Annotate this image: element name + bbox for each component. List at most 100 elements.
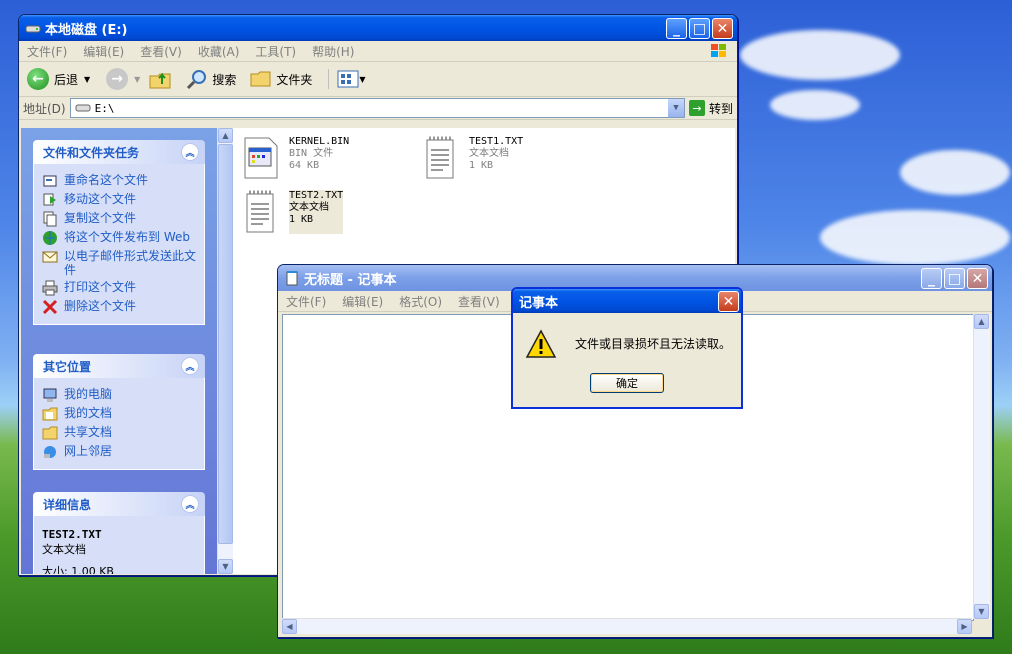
scroll-thumb[interactable] bbox=[218, 144, 233, 544]
menu-format[interactable]: 格式(O) bbox=[391, 293, 450, 310]
search-button[interactable]: 搜索 bbox=[186, 68, 236, 90]
task-delete-label: 删除这个文件 bbox=[64, 299, 137, 313]
address-value: E:\ bbox=[94, 101, 115, 115]
place-network[interactable]: 网上邻居 bbox=[42, 444, 196, 460]
task-pane-scrollbar[interactable]: ▲ ▼ bbox=[217, 128, 234, 574]
menu-favorites[interactable]: 收藏(A) bbox=[190, 43, 248, 60]
scroll-right-button[interactable]: ▶ bbox=[957, 619, 972, 634]
folders-button[interactable]: 文件夹 bbox=[250, 69, 312, 89]
file-test2-txt[interactable]: TEST2.TXT 文本文档 1 KB bbox=[241, 190, 344, 234]
task-email-label: 以电子邮件形式发送此文件 bbox=[64, 249, 197, 277]
menu-file[interactable]: 文件(F) bbox=[278, 293, 334, 310]
menu-file[interactable]: 文件(F) bbox=[19, 43, 75, 60]
address-input[interactable]: E:\ ▼ bbox=[69, 98, 685, 118]
task-rename-label: 重命名这个文件 bbox=[64, 173, 149, 187]
back-dropdown-icon[interactable]: ▼ bbox=[84, 75, 90, 84]
explorer-titlebar[interactable]: 本地磁盘 (E:) _ □ ✕ bbox=[19, 15, 737, 41]
scroll-down-button[interactable]: ▼ bbox=[218, 559, 233, 574]
error-dialog: 记事本 ✕ 文件或目录损坏且无法读取。 确定 bbox=[511, 287, 743, 409]
delete-x-icon bbox=[42, 299, 58, 315]
place-shared-documents[interactable]: 共享文档 bbox=[42, 425, 196, 441]
tasks-panel-body: 重命名这个文件 移动这个文件 复制这个文件 将这个文件发布到 Web 以电子邮件… bbox=[33, 164, 205, 325]
task-email[interactable]: 以电子邮件形式发送此文件 bbox=[42, 249, 196, 277]
views-icon bbox=[337, 70, 359, 88]
file-type: 文本文档 bbox=[469, 148, 509, 159]
file-kernel-bin[interactable]: KERNEL.BIN BIN 文件 64 KB bbox=[241, 136, 349, 180]
up-folder-button[interactable] bbox=[148, 68, 172, 90]
task-pane: 文件和文件夹任务 ︽ 重命名这个文件 移动这个文件 复制这个文件 将这个文件发布… bbox=[21, 128, 217, 574]
other-places-header[interactable]: 其它位置 ︽ bbox=[33, 354, 205, 378]
maximize-button[interactable]: □ bbox=[689, 18, 710, 39]
task-publish-web[interactable]: 将这个文件发布到 Web bbox=[42, 230, 196, 246]
scroll-down-button[interactable]: ▼ bbox=[974, 604, 989, 619]
explorer-toolbar: ← 后退 ▼ → ▼ 搜索 文件夹 ▼ bbox=[19, 62, 737, 97]
minimize-button[interactable]: _ bbox=[921, 268, 942, 289]
shared-documents-icon bbox=[42, 426, 58, 440]
publish-web-icon bbox=[43, 231, 57, 245]
email-icon bbox=[42, 251, 58, 263]
notepad-vscrollbar[interactable]: ▲ ▼ bbox=[973, 314, 990, 619]
details-panel: 详细信息 ︽ TEST2.TXT 文本文档 大小: 1.00 KB bbox=[33, 492, 205, 574]
task-copy[interactable]: 复制这个文件 bbox=[42, 211, 196, 227]
task-move[interactable]: 移动这个文件 bbox=[42, 192, 196, 208]
ok-button[interactable]: 确定 bbox=[590, 373, 664, 393]
notepad-icon bbox=[286, 271, 298, 286]
dialog-close-button[interactable]: ✕ bbox=[718, 291, 739, 312]
menu-view[interactable]: 查看(V) bbox=[132, 43, 190, 60]
file-size: 64 KB bbox=[289, 160, 320, 171]
collapse-chevron-icon[interactable]: ︽ bbox=[181, 357, 199, 375]
details-filetype: 文本文档 bbox=[42, 543, 86, 556]
drive-icon bbox=[25, 25, 41, 33]
forward-button[interactable]: → ▼ bbox=[98, 68, 140, 90]
notepad-hscrollbar[interactable]: ◀ ▶ bbox=[282, 618, 972, 634]
menu-view[interactable]: 查看(V) bbox=[450, 293, 508, 310]
menu-edit[interactable]: 编辑(E) bbox=[75, 43, 132, 60]
task-rename[interactable]: 重命名这个文件 bbox=[42, 173, 196, 189]
minimize-button[interactable]: _ bbox=[666, 18, 687, 39]
notepad-title: 无标题 - 记事本 bbox=[304, 272, 397, 288]
move-icon bbox=[43, 193, 56, 206]
place-my-documents[interactable]: 我的文档 bbox=[42, 406, 196, 422]
warning-icon bbox=[525, 329, 557, 358]
tasks-panel-header[interactable]: 文件和文件夹任务 ︽ bbox=[33, 140, 205, 164]
task-delete[interactable]: 删除这个文件 bbox=[42, 299, 196, 315]
menu-tools[interactable]: 工具(T) bbox=[247, 43, 304, 60]
forward-arrow-icon: → bbox=[106, 68, 129, 90]
details-header[interactable]: 详细信息 ︽ bbox=[33, 492, 205, 516]
file-name: KERNEL.BIN bbox=[289, 136, 350, 147]
printer-icon bbox=[42, 280, 58, 296]
search-icon bbox=[187, 70, 207, 90]
scroll-up-button[interactable]: ▲ bbox=[218, 128, 233, 143]
close-button[interactable]: ✕ bbox=[967, 268, 988, 289]
explorer-menubar: 文件(F) 编辑(E) 查看(V) 收藏(A) 工具(T) 帮助(H) bbox=[19, 41, 737, 62]
file-type: BIN 文件 bbox=[289, 148, 334, 159]
file-test1-txt[interactable]: TEST1.TXT 文本文档 1 KB bbox=[421, 136, 523, 180]
explorer-title: 本地磁盘 (E:) bbox=[45, 22, 128, 38]
collapse-chevron-icon[interactable]: ︽ bbox=[181, 143, 199, 161]
close-button[interactable]: ✕ bbox=[712, 18, 733, 39]
back-button[interactable]: ← 后退 ▼ bbox=[27, 68, 90, 90]
task-copy-label: 复制这个文件 bbox=[64, 211, 137, 225]
go-button[interactable]: → 转到 bbox=[688, 100, 733, 117]
dialog-message: 文件或目录损坏且无法读取。 bbox=[575, 337, 732, 351]
scroll-up-button[interactable]: ▲ bbox=[974, 314, 989, 329]
details-size: 大小: 1.00 KB bbox=[42, 565, 114, 574]
menu-edit[interactable]: 编辑(E) bbox=[334, 293, 391, 310]
task-print[interactable]: 打印这个文件 bbox=[42, 280, 196, 296]
bin-file-icon bbox=[244, 137, 278, 179]
menu-help[interactable]: 帮助(H) bbox=[304, 43, 362, 60]
other-places-panel: 其它位置 ︽ 我的电脑 我的文档 共享文档 网上邻居 bbox=[33, 354, 205, 470]
other-places-title: 其它位置 bbox=[43, 359, 92, 374]
address-dropdown-icon[interactable]: ▼ bbox=[667, 99, 684, 117]
views-button[interactable]: ▼ bbox=[328, 69, 366, 89]
collapse-chevron-icon[interactable]: ︽ bbox=[181, 495, 199, 513]
back-label: 后退 bbox=[54, 72, 79, 87]
text-file-icon bbox=[426, 136, 454, 179]
dialog-titlebar[interactable]: 记事本 ✕ bbox=[513, 289, 741, 313]
drive-small-icon bbox=[75, 104, 91, 112]
scroll-left-button[interactable]: ◀ bbox=[282, 619, 297, 634]
place-my-computer[interactable]: 我的电脑 bbox=[42, 387, 196, 403]
maximize-button[interactable]: □ bbox=[944, 268, 965, 289]
forward-dropdown-icon[interactable]: ▼ bbox=[134, 75, 140, 84]
my-computer-icon bbox=[43, 388, 57, 402]
